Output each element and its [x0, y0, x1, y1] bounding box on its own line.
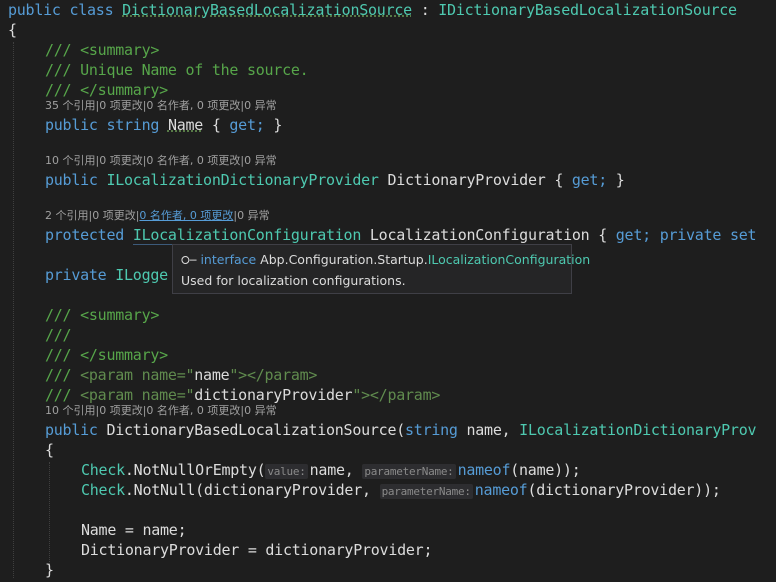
config-property-line[interactable]: protected ILocalizationConfiguration Loc… — [45, 225, 757, 245]
tooltip-signature: ⭘─ interface Abp.Configuration.Startup.IL… — [181, 252, 591, 267]
doc-comment-line[interactable]: /// </summary> — [45, 80, 168, 100]
doc-comment-line[interactable]: /// <summary> — [45, 305, 159, 325]
quickinfo-tooltip: ⭘─ interface Abp.Configuration.Startup.IL… — [172, 244, 590, 294]
assignment-line[interactable]: DictionaryProvider = dictionaryProvider; — [81, 540, 432, 560]
tooltip-description: Used for localization configurations. — [181, 273, 406, 288]
codelens-authors-link[interactable]: 0 名作者, 0 项更改 — [139, 209, 233, 222]
doc-comment-line[interactable]: /// Unique Name of the source. — [45, 60, 309, 80]
param-doc-line[interactable]: /// <param name="name"></param> — [45, 365, 317, 385]
constructor-line[interactable]: public DictionaryBasedLocalizationSource… — [45, 420, 757, 440]
inline-param-hint: parameterName: — [362, 464, 456, 479]
assignment-line[interactable]: Name = name; — [81, 520, 187, 540]
indent-guide — [13, 42, 14, 578]
doc-comment-line[interactable]: /// </summary> — [45, 345, 168, 365]
ctor-close-brace[interactable]: } — [45, 560, 54, 580]
check-line[interactable]: Check.NotNullOrEmpty(value: name, paramet… — [81, 460, 581, 480]
doc-comment-line[interactable]: /// — [45, 325, 72, 345]
codelens-ctor[interactable]: 10 个引用|0 项更改|0 名作者, 0 项更改|0 异常 — [45, 404, 277, 418]
codelens-provider[interactable]: 10 个引用|0 项更改|0 名作者, 0 项更改|0 异常 — [45, 154, 277, 168]
provider-property-line[interactable]: public ILocalizationDictionaryProvider D… — [45, 170, 625, 190]
name-property-line[interactable]: public string Name { get; } — [45, 115, 282, 135]
codelens-config[interactable]: 2 个引用|0 项更改|0 名作者, 0 项更改|0 异常 — [45, 209, 270, 223]
inline-param-hint: value: — [265, 464, 308, 479]
interface-icon: ⭘─ — [181, 254, 197, 267]
check-line[interactable]: Check.NotNull(dictionaryProvider, parame… — [81, 480, 721, 500]
ctor-open-brace[interactable]: { — [45, 440, 54, 460]
doc-comment-line[interactable]: /// <summary> — [45, 40, 159, 60]
class-declaration-line[interactable]: public class DictionaryBasedLocalization… — [8, 0, 737, 20]
indent-guide — [49, 462, 50, 570]
class-name: DictionaryBasedLocalizationSource — [122, 1, 412, 19]
hovered-type[interactable]: ILocalizationConfiguration — [132, 226, 361, 245]
logger-field-line[interactable]: private ILogge — [45, 265, 168, 285]
open-brace[interactable]: { — [8, 20, 17, 40]
param-doc-line[interactable]: /// <param name="dictionaryProvider"></p… — [45, 385, 440, 405]
codelens-name[interactable]: 35 个引用|0 项更改|0 名作者, 0 项更改|0 异常 — [45, 99, 277, 113]
inline-param-hint: parameterName: — [379, 484, 473, 499]
